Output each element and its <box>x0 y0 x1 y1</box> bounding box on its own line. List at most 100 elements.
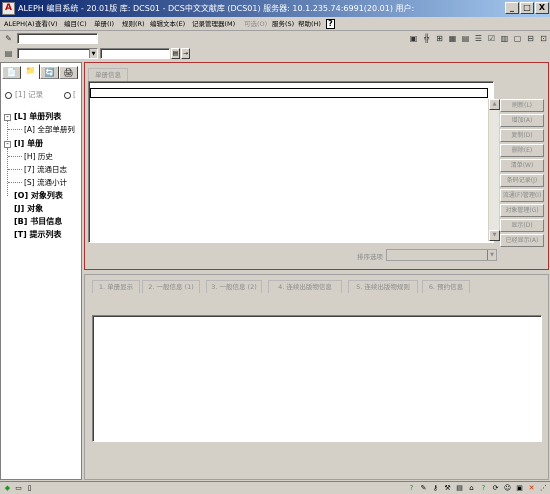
sort-options-select[interactable]: ▼ <box>386 249 497 261</box>
item-list-header <box>90 88 488 98</box>
tree-item-item-list[interactable]: [L] 单册列表 <box>14 112 61 122</box>
search-field[interactable] <box>17 33 98 44</box>
monitor-icon[interactable]: ▭ <box>14 484 23 493</box>
minimize-button[interactable]: _ <box>505 2 519 14</box>
radio-other[interactable] <box>64 92 71 99</box>
menu-items[interactable]: 单册(I) <box>94 19 114 29</box>
vertical-scrollbar[interactable]: ▲ ▼ <box>488 99 500 241</box>
tab-general-info-1[interactable]: 2. 一般信息 (1) <box>142 280 200 293</box>
menu-record-manager[interactable]: 记录管理器(M) <box>192 19 235 29</box>
tab-general-info-2[interactable]: 3. 一般信息 (2) <box>206 280 262 293</box>
green-diamond-icon[interactable]: ◆ <box>3 484 12 493</box>
go-button[interactable]: → <box>181 48 190 59</box>
chevron-down-icon[interactable]: ▼ <box>89 49 97 58</box>
list-button[interactable]: 清单(W) <box>500 159 544 172</box>
circulation-management-button[interactable]: 流通(F)管理(I) <box>500 189 544 202</box>
tree-item-circ-summary[interactable]: [S] 流通小计 <box>24 178 67 188</box>
display-button[interactable]: 显示(D) <box>500 219 544 232</box>
object-management-button[interactable]: 对象管理(G) <box>500 204 544 217</box>
search-button[interactable]: ▤ <box>171 48 180 59</box>
tree-item-hint-list[interactable]: [T] 提示列表 <box>14 230 62 240</box>
already-displayed-button[interactable]: 已经显示(A) <box>500 234 544 247</box>
barcode-record-button[interactable]: 条码记录(J) <box>500 174 544 187</box>
page-icon[interactable]: ▯ <box>25 484 34 493</box>
expand-collapse-icon[interactable]: - <box>4 114 11 121</box>
folder-tab-icon: 📁 <box>25 66 36 75</box>
add-button[interactable]: 增加(A) <box>500 114 544 127</box>
menu-rules[interactable]: 规则(R) <box>122 19 145 29</box>
status-bar: ◆ ▭ ▯ ? ✎ ⚷ ⚒ ▤ ⌂ ? ⟳ ☺ ▣ ✕ ⋰ <box>0 481 550 494</box>
menu-services[interactable]: 服务(S) <box>272 19 294 29</box>
expand-collapse-icon[interactable]: - <box>4 141 11 148</box>
menu-optional[interactable]: 可选(O) <box>244 19 267 29</box>
table-icon[interactable]: ▦ <box>447 33 458 44</box>
properties-icon[interactable]: ▥ <box>499 33 510 44</box>
list-icon[interactable]: ☰ <box>473 33 484 44</box>
help-icon[interactable]: ? <box>407 484 416 493</box>
tree-item-circ-log[interactable]: [7] 流通日志 <box>24 165 67 175</box>
close-status-icon[interactable]: ✕ <box>527 484 536 493</box>
delete-button[interactable]: 删除(E) <box>500 144 544 157</box>
printer-icon[interactable]: ▤ <box>455 484 464 493</box>
document-icon[interactable]: ▢ <box>512 33 523 44</box>
tree-connector <box>8 156 22 157</box>
check-icon[interactable]: ☑ <box>486 33 497 44</box>
edit-icon[interactable]: ✎ <box>3 33 14 44</box>
duplicate-button[interactable]: 复制(D) <box>500 129 544 142</box>
save-icon[interactable]: ▣ <box>408 33 419 44</box>
tab-print[interactable]: 🖨 <box>59 66 78 79</box>
menu-aleph[interactable]: ALEPH(A) <box>4 19 35 29</box>
help-question-icon[interactable]: ? <box>326 19 335 29</box>
refresh-status-icon[interactable]: ⟳ <box>491 484 500 493</box>
lock-icon[interactable]: ⌂ <box>467 484 476 493</box>
tab-folder[interactable]: 📁 <box>21 64 40 79</box>
refresh-button[interactable]: 刷新(L) <box>500 99 544 112</box>
key-icon[interactable]: ⚷ <box>431 484 440 493</box>
home-icon[interactable]: ? <box>479 484 488 493</box>
tree-item-history[interactable]: [H] 历史 <box>24 152 53 162</box>
tree-item-item[interactable]: [I] 单册 <box>14 139 43 149</box>
radio-record-label: [1] 记录 <box>15 90 44 99</box>
radio-other-label: [ <box>73 90 76 99</box>
tools-icon[interactable]: ⚒ <box>443 484 452 493</box>
menu-help[interactable]: 帮助(H) <box>298 19 321 29</box>
menu-edit-text[interactable]: 编辑文本(E) <box>150 19 185 29</box>
tree-connector <box>8 129 22 130</box>
compare-icon[interactable]: ⊟ <box>525 33 536 44</box>
tree-item-bib-info[interactable]: [B] 书目信息 <box>14 217 62 227</box>
menu-catalog[interactable]: 编目(C) <box>64 19 87 29</box>
record-number-field[interactable] <box>100 48 170 59</box>
camera-icon[interactable]: ▣ <box>515 484 524 493</box>
menu-bar: ALEPH(A) 查看(V) 编目(C) 单册(I) 规则(R) 编辑文本(E)… <box>0 17 550 31</box>
resize-grip-icon[interactable]: ⋰ <box>539 484 548 493</box>
user-icon[interactable]: ☺ <box>503 484 512 493</box>
close-button[interactable]: X <box>535 2 549 14</box>
tab-hold-info[interactable]: 6. 预约信息 <box>422 280 470 293</box>
chevron-down-icon[interactable]: ▼ <box>487 250 496 260</box>
record-icon[interactable]: ▤ <box>3 48 14 59</box>
tab-item-display[interactable]: 1. 单册显示 <box>92 280 140 293</box>
maximize-button[interactable]: □ <box>520 2 534 14</box>
item-list-area[interactable] <box>88 81 494 243</box>
tab-serial-rules[interactable]: 5. 连续出版物规则 <box>348 280 418 293</box>
tab-item-info[interactable]: 单册信息 <box>88 68 128 81</box>
scroll-up-icon[interactable]: ▲ <box>489 99 500 110</box>
tab-document[interactable]: 📄 <box>2 66 21 79</box>
tab-serial-info[interactable]: 4. 连续出版物信息 <box>268 280 342 293</box>
tree-icon[interactable]: ╬ <box>421 33 432 44</box>
aleph-app-icon[interactable]: A <box>2 2 15 15</box>
tab-refresh[interactable]: 🔄 <box>40 66 59 79</box>
printer-tab-icon: 🖨 <box>63 68 74 77</box>
tree-item-object[interactable]: [J] 对象 <box>14 204 43 214</box>
item-detail-area[interactable] <box>92 315 542 442</box>
tree-item-object-list[interactable]: [O] 对象列表 <box>14 191 63 201</box>
edit-status-icon[interactable]: ✎ <box>419 484 428 493</box>
radio-record[interactable] <box>5 92 12 99</box>
tree-item-all-items[interactable]: [A] 全部单册列 <box>24 125 75 135</box>
options-icon[interactable]: ⊡ <box>538 33 549 44</box>
scroll-down-icon[interactable]: ▼ <box>489 230 500 241</box>
menu-view[interactable]: 查看(V) <box>35 19 58 29</box>
expand-icon[interactable]: ⊞ <box>434 33 445 44</box>
grid-icon[interactable]: ▤ <box>460 33 471 44</box>
record-combo[interactable]: ▼ <box>17 48 98 59</box>
